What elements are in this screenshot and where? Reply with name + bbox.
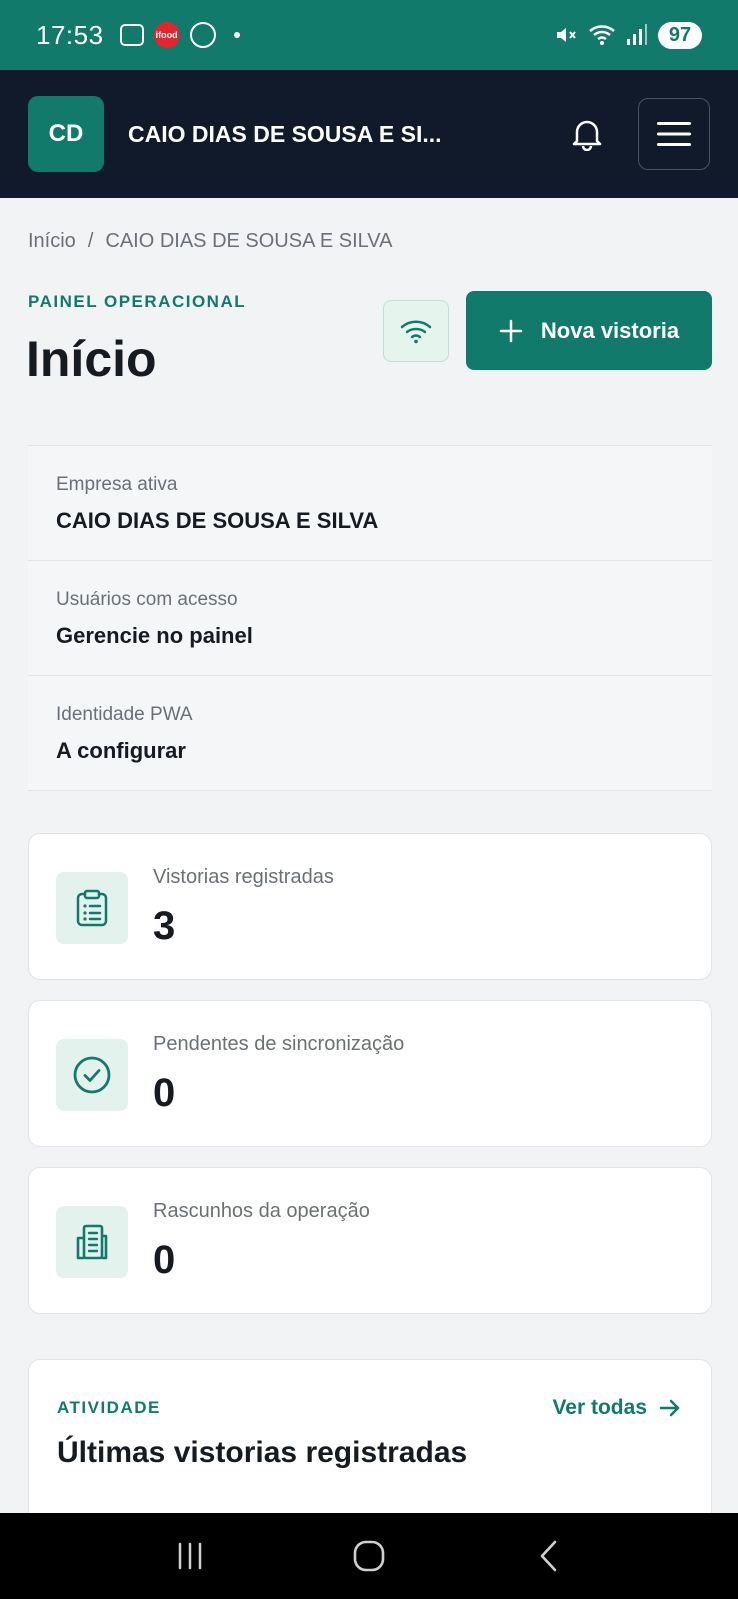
arrow-right-icon [659, 1399, 680, 1417]
notifications-button[interactable] [562, 109, 612, 159]
wifi-status-icon [589, 25, 615, 45]
building-icon [76, 1224, 108, 1260]
info-value: CAIO DIAS DE SOUSA E SILVA [56, 508, 379, 533]
breadcrumb-home[interactable]: Início [28, 230, 76, 253]
notification-icons: ifood [119, 22, 240, 48]
info-row-active-company: Empresa ativa CAIO DIAS DE SOUSA E SILVA [28, 446, 712, 561]
more-notifications-dot [233, 32, 240, 38]
home-button[interactable] [339, 1526, 399, 1586]
new-inspection-label: Nova vistoria [540, 317, 680, 343]
company-avatar[interactable]: CD [28, 96, 104, 172]
connectivity-button[interactable] [383, 300, 449, 362]
system-icons: 97 [554, 21, 702, 49]
check-circle-icon [73, 1056, 111, 1094]
breadcrumb-current: CAIO DIAS DE SOUSA E SILVA [105, 230, 393, 252]
new-inspection-button[interactable]: Nova vistoria [466, 291, 712, 370]
plus-icon [499, 319, 523, 342]
stat-value: 0 [153, 1071, 176, 1115]
activity-label: ATIVIDADE [57, 1398, 161, 1417]
info-row-pwa-identity: Identidade PWA A configurar [28, 676, 712, 791]
info-label: Empresa ativa [56, 474, 178, 495]
home-icon [353, 1540, 385, 1572]
stat-icon-box [56, 1039, 128, 1111]
menu-button[interactable] [638, 98, 710, 170]
company-info-list: Empresa ativa CAIO DIAS DE SOUSA E SILVA… [28, 445, 712, 791]
stat-card-drafts[interactable]: Rascunhos da operação 0 [28, 1167, 712, 1314]
ifood-icon: ifood [153, 22, 180, 48]
mute-icon [557, 28, 576, 42]
see-all-link[interactable]: Ver todas [552, 1396, 681, 1420]
system-nav-bar [0, 1513, 738, 1599]
wifi-icon [400, 320, 432, 344]
info-value: Gerencie no painel [56, 623, 253, 648]
stat-value: 3 [153, 904, 176, 948]
see-all-label: Ver todas [552, 1396, 647, 1419]
stat-label: Pendentes de sincronização [153, 1033, 405, 1055]
clipboard-icon [76, 889, 108, 927]
company-name: CAIO DIAS DE SOUSA E SI... [128, 120, 442, 147]
info-value: A configurar [56, 738, 186, 763]
stat-card-pending-sync[interactable]: Pendentes de sincronização 0 [28, 1000, 712, 1147]
bell-icon [572, 120, 602, 151]
hamburger-icon [657, 122, 691, 146]
activity-title: Últimas vistorias registradas [57, 1436, 468, 1469]
info-label: Usuários com acesso [56, 589, 238, 610]
recent-apps-icon [178, 1542, 201, 1570]
back-button[interactable] [518, 1526, 578, 1586]
whatsapp-icon [189, 22, 216, 48]
back-icon [541, 1540, 557, 1572]
info-row-users-access[interactable]: Usuários com acesso Gerencie no painel [28, 561, 712, 676]
info-label: Identidade PWA [56, 704, 193, 725]
signal-icon [627, 24, 647, 45]
breadcrumb-separator: / [87, 230, 94, 252]
battery-indicator: 97 [658, 21, 702, 49]
status-bar: 17:53 ifood 97 [0, 0, 738, 70]
stat-icon-box [56, 1206, 128, 1278]
page-title: Início [26, 331, 157, 387]
recent-apps-button[interactable] [160, 1526, 220, 1586]
stat-label: Vistorias registradas [153, 866, 334, 888]
gallery-icon [119, 24, 144, 46]
stat-icon-box [56, 872, 128, 944]
breadcrumb: Início / CAIO DIAS DE SOUSA E SILVA [28, 230, 393, 253]
stat-card-inspections[interactable]: Vistorias registradas 3 [28, 833, 712, 980]
status-time: 17:53 [36, 19, 104, 50]
stat-label: Rascunhos da operação [153, 1200, 370, 1222]
stat-value: 0 [153, 1238, 176, 1282]
app-header: CD CAIO DIAS DE SOUSA E SI... [0, 70, 738, 198]
section-label: PAINEL OPERACIONAL [28, 292, 247, 311]
